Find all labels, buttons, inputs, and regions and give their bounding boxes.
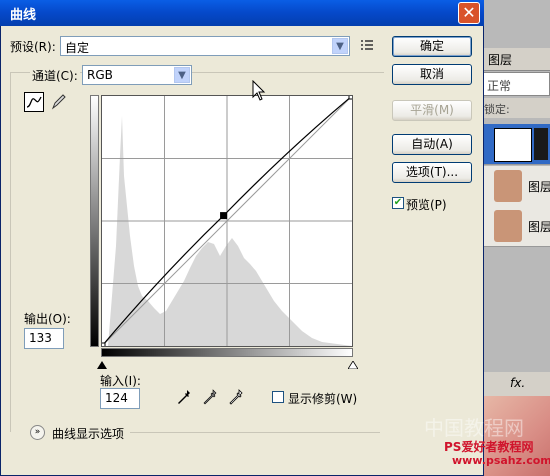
options-button[interactable]: 选项(T)... bbox=[392, 162, 472, 183]
preset-menu-icon[interactable] bbox=[360, 38, 374, 52]
preset-value: 自定 bbox=[65, 41, 90, 55]
show-clipping-checkbox[interactable] bbox=[272, 391, 284, 403]
watermark-line2: PS爱好者教程网 bbox=[444, 440, 534, 454]
curve-point-tool[interactable] bbox=[24, 92, 44, 112]
layer-name: 图层 bbox=[528, 180, 550, 194]
eyedropper-icon bbox=[203, 389, 217, 405]
layer-row-1[interactable]: 图层 bbox=[482, 166, 550, 207]
blend-mode-value: 正常 bbox=[487, 79, 512, 93]
face-thumbnail bbox=[494, 170, 522, 202]
divider bbox=[10, 72, 11, 432]
expand-options-icon[interactable]: » bbox=[30, 425, 45, 440]
close-button[interactable]: ✕ bbox=[458, 2, 480, 24]
channel-label: 通道(C): bbox=[30, 67, 80, 84]
ok-button[interactable]: 确定 bbox=[392, 36, 472, 57]
pencil-tool[interactable] bbox=[48, 92, 68, 112]
curve-end-point[interactable] bbox=[98, 342, 106, 350]
curve-display-options-label[interactable]: 曲线显示选项 bbox=[52, 425, 124, 442]
cancel-button[interactable]: 取消 bbox=[392, 64, 472, 85]
preset-select[interactable]: 自定 ▼ bbox=[60, 36, 350, 56]
input-label: 输入(I): bbox=[100, 374, 141, 388]
smooth-button[interactable]: 平滑(M) bbox=[392, 100, 472, 121]
preview-checkbox[interactable]: ✔ bbox=[392, 197, 404, 209]
layer-name: 图层 bbox=[528, 220, 550, 234]
divider bbox=[130, 432, 380, 433]
layer-row-2[interactable]: 图层 bbox=[482, 206, 550, 247]
eyedropper-icon bbox=[229, 389, 243, 405]
preview-label[interactable]: 预览(P) bbox=[406, 196, 447, 213]
input-field[interactable]: 124 bbox=[100, 388, 140, 409]
black-eyedropper-button[interactable] bbox=[176, 388, 192, 406]
lock-row: 锁定: bbox=[482, 98, 550, 118]
channel-select[interactable]: RGB ▼ bbox=[82, 65, 192, 85]
blend-mode-select[interactable]: 正常 bbox=[482, 72, 550, 96]
curve-graph[interactable] bbox=[98, 92, 356, 350]
fx-button[interactable]: fx. bbox=[510, 376, 525, 390]
curves-adjustment-icon bbox=[494, 128, 532, 162]
curve-end-point[interactable] bbox=[348, 92, 356, 100]
eyedropper-icon bbox=[178, 390, 190, 404]
input-gradient-bar bbox=[101, 348, 353, 357]
output-label: 输出(O): bbox=[24, 312, 71, 326]
dialog-title: 曲线 bbox=[10, 8, 37, 23]
pencil-icon bbox=[51, 94, 66, 110]
curve-graph-svg[interactable] bbox=[98, 92, 356, 350]
white-point-slider[interactable] bbox=[347, 358, 359, 370]
chevron-down-icon: ▼ bbox=[174, 67, 190, 83]
curve-icon bbox=[26, 96, 42, 108]
face-thumbnail bbox=[494, 210, 522, 242]
curve-control-point[interactable] bbox=[220, 212, 228, 220]
chevron-down-icon: ▼ bbox=[332, 38, 348, 54]
layer-row-curves[interactable] bbox=[482, 124, 550, 165]
mouse-cursor-icon bbox=[252, 79, 266, 102]
output-gradient-bar bbox=[90, 95, 99, 347]
lock-label: 锁定: bbox=[484, 103, 510, 116]
black-point-slider[interactable] bbox=[97, 358, 107, 369]
layers-tab-bar[interactable]: 图层 bbox=[482, 48, 550, 71]
show-clipping-label[interactable]: 显示修剪(W) bbox=[288, 390, 357, 407]
layer-mask-thumb bbox=[534, 128, 548, 160]
channel-value: RGB bbox=[87, 68, 113, 82]
white-eyedropper-button[interactable] bbox=[228, 388, 244, 406]
watermark-line3: www.psahz.com bbox=[452, 454, 550, 467]
gray-eyedropper-button[interactable] bbox=[202, 388, 218, 406]
layers-footer: fx. bbox=[482, 372, 550, 396]
watermark-line1: 中国教程网 bbox=[424, 416, 524, 440]
layers-tab[interactable]: 图层 bbox=[488, 51, 512, 68]
output-field[interactable]: 133 bbox=[24, 328, 64, 349]
preset-label: 预设(R): bbox=[10, 40, 56, 54]
title-bar[interactable] bbox=[0, 0, 484, 26]
auto-button[interactable]: 自动(A) bbox=[392, 134, 472, 155]
